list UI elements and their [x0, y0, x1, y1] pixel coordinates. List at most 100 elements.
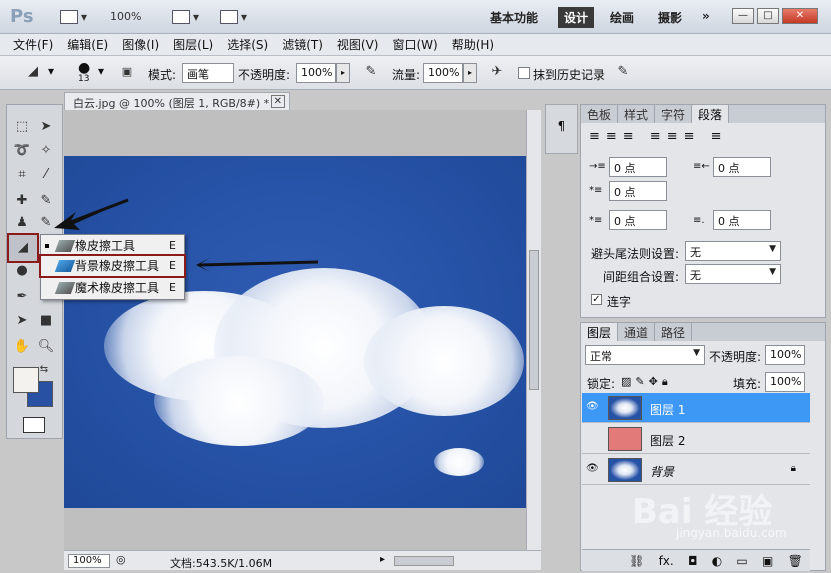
menu-layer[interactable]: 图层(L) — [166, 36, 220, 53]
workspace-basic[interactable]: 基本功能 — [484, 7, 544, 28]
tab-swatches[interactable]: 色板 — [581, 105, 619, 123]
magic-eraser-tool-item[interactable]: 魔术橡皮擦工具 E — [41, 278, 184, 298]
status-zoom-input[interactable]: 100% — [68, 554, 110, 568]
shape-tool[interactable]: ■ — [35, 311, 57, 331]
quick-mask-button[interactable] — [23, 417, 45, 433]
workspace-painting[interactable]: 绘画 — [604, 7, 640, 28]
preset-dropdown-arrow[interactable]: ▾ — [48, 64, 54, 78]
close-document-icon[interactable]: ✕ — [270, 95, 285, 108]
swap-colors-icon[interactable]: ⇆ — [37, 363, 51, 377]
vertical-scrollbar[interactable] — [526, 110, 541, 550]
tab-styles[interactable]: 样式 — [618, 105, 656, 123]
minimize-button[interactable]: — — [732, 8, 754, 24]
menu-file[interactable]: 文件(F) — [6, 36, 60, 53]
pressure-size-icon[interactable]: ✎ — [612, 62, 634, 82]
indent-first-line-input[interactable]: 0 点 — [609, 181, 667, 201]
indent-left-input[interactable]: 0 点 — [609, 157, 667, 177]
indent-right-input[interactable]: 0 点 — [713, 157, 771, 177]
horizontal-scroll-thumb[interactable] — [394, 556, 454, 566]
lasso-tool[interactable]: ➰ — [11, 141, 33, 161]
marquee-tool[interactable]: ⬚ — [11, 117, 33, 137]
screen-mode-button[interactable]: ▾ — [60, 7, 87, 27]
history-brush-tool[interactable]: ✎ — [35, 213, 57, 233]
eraser-preset-icon[interactable]: ◢ — [22, 62, 44, 82]
alignment-buttons[interactable]: ≡≡≡ ≡≡≡ ≡ — [589, 129, 728, 144]
pressure-opacity-icon[interactable]: ✎ — [360, 62, 382, 82]
move-tool[interactable]: ➤ — [35, 117, 57, 137]
eye-icon[interactable] — [586, 432, 600, 444]
opacity-slider-button[interactable]: ▸ — [336, 63, 350, 83]
menu-filter[interactable]: 滤镜(T) — [275, 36, 330, 53]
adjustment-icon[interactable]: ◐ — [712, 554, 722, 568]
close-window-button[interactable]: ✕ — [782, 8, 818, 24]
spacing-combo-select[interactable]: 无 — [685, 264, 781, 284]
brush-panel-icon[interactable]: ▣ — [116, 62, 138, 82]
trash-icon[interactable]: 🗑︎ — [788, 554, 803, 568]
opacity-input[interactable]: 100% — [296, 63, 336, 83]
airbrush-icon[interactable]: ✈ — [486, 62, 508, 82]
status-info-icon[interactable]: ◎ — [116, 553, 126, 566]
link-icon[interactable]: ⛓ — [629, 554, 644, 568]
cloud-image[interactable] — [64, 156, 526, 508]
arrange-documents-button[interactable]: ▾ — [172, 7, 199, 27]
menu-edit[interactable]: 编辑(E) — [60, 36, 115, 53]
pen-tool[interactable]: ✒ — [11, 287, 33, 307]
path-select-tool[interactable]: ➤ — [11, 311, 33, 331]
erase-to-history-checkbox[interactable] — [518, 67, 530, 79]
hand-tool[interactable]: ✋ — [11, 337, 33, 357]
screen-view-button[interactable]: ▾ — [220, 7, 247, 27]
mask-icon[interactable]: ◘ — [688, 554, 698, 568]
space-after-input[interactable]: 0 点 — [713, 210, 771, 230]
hyphenate-checkbox[interactable]: ✓ — [591, 294, 602, 305]
menu-help[interactable]: 帮助(H) — [445, 36, 501, 53]
workspace-photography[interactable]: 摄影 — [652, 7, 688, 28]
zoom-level-dropdown[interactable]: 100% — [110, 10, 141, 23]
brush-tool[interactable]: ✎ — [35, 191, 57, 211]
menu-select[interactable]: 选择(S) — [220, 36, 275, 53]
crop-tool[interactable]: ⌗ — [11, 165, 33, 185]
tab-character[interactable]: 字符 — [655, 105, 693, 123]
quick-select-tool[interactable]: ✧ — [35, 141, 57, 161]
layer-row-layer2[interactable]: 图层 2 — [582, 424, 810, 454]
layer-opacity-input[interactable]: 100% — [765, 345, 805, 365]
mode-select[interactable]: 画笔 — [182, 63, 234, 83]
menu-image[interactable]: 图像(I) — [115, 36, 166, 53]
tab-paths[interactable]: 路径 — [655, 323, 693, 341]
eraser-tool[interactable]: ◢ — [7, 233, 39, 263]
status-menu-arrow[interactable]: ▸ — [380, 554, 385, 565]
blur-tool[interactable]: ● — [11, 261, 33, 281]
brush-picker-arrow[interactable]: ▾ — [98, 64, 104, 78]
workspace-design[interactable]: 设计 — [558, 7, 595, 28]
zoom-tool[interactable]: 🔍︎ — [35, 337, 57, 357]
tab-layers[interactable]: 图层 — [581, 323, 619, 341]
menu-window[interactable]: 窗口(W) — [385, 36, 444, 53]
fx-icon[interactable]: fx. — [659, 554, 674, 568]
fill-input[interactable]: 100% — [765, 372, 805, 392]
new-layer-icon[interactable]: ▣ — [762, 554, 773, 568]
foreground-color-swatch[interactable] — [13, 367, 39, 393]
paragraph-icon[interactable]: ¶ — [558, 119, 566, 133]
eye-icon[interactable]: 👁︎ — [586, 463, 600, 475]
blend-mode-select[interactable]: 正常 — [585, 345, 705, 365]
collapsed-panel-strip[interactable]: ¶ — [545, 104, 578, 154]
avoid-rules-select[interactable]: 无 — [685, 241, 781, 261]
group-icon[interactable]: ▭ — [736, 554, 747, 568]
eyedropper-tool[interactable]: ⁄ — [35, 165, 57, 185]
flow-slider-button[interactable]: ▸ — [463, 63, 477, 83]
layer-row-layer1[interactable]: 👁︎ 图层 1 — [582, 393, 810, 423]
more-workspaces-button[interactable]: » — [696, 7, 716, 28]
clone-stamp-tool[interactable]: ♟ — [11, 213, 33, 233]
vertical-scroll-thumb[interactable] — [529, 250, 539, 390]
background-eraser-tool-item[interactable]: 背景橡皮擦工具 E — [39, 254, 186, 278]
menu-view[interactable]: 视图(V) — [330, 36, 386, 53]
space-before-input[interactable]: 0 点 — [609, 210, 667, 230]
tab-paragraph[interactable]: 段落 — [692, 105, 730, 123]
maximize-button[interactable]: □ — [757, 8, 779, 24]
tab-channels[interactable]: 通道 — [618, 323, 656, 341]
flow-input[interactable]: 100% — [423, 63, 463, 83]
eraser-tool-item[interactable]: 橡皮擦工具 E — [41, 236, 184, 256]
healing-brush-tool[interactable]: ✚ — [11, 191, 33, 211]
document-tab[interactable]: 白云.jpg @ 100% (图层 1, RGB/8#) * ✕ — [64, 92, 290, 110]
eye-icon[interactable]: 👁︎ — [586, 401, 600, 413]
lock-buttons[interactable]: ▨✎✥🔒︎ — [621, 375, 672, 389]
